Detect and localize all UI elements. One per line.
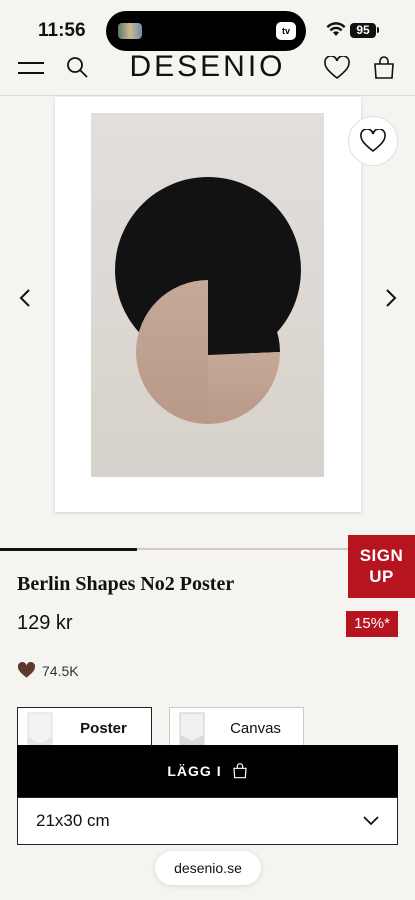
poster-thumbnail-icon [27, 712, 53, 748]
format-option-poster[interactable]: Poster [17, 707, 152, 749]
add-to-cart-button[interactable]: LÄGG I [17, 745, 398, 797]
next-image-button[interactable] [382, 288, 398, 308]
battery-cap [377, 27, 379, 33]
gallery-progress-fill [0, 548, 137, 551]
canvas-thumbnail-icon [179, 712, 205, 748]
browser-url-bar[interactable]: desenio.se [155, 851, 261, 885]
shopping-bag-icon [232, 763, 247, 779]
battery-indicator: 95 [350, 23, 376, 38]
poster-artwork [91, 113, 324, 477]
discount-badge: 15%* [346, 611, 398, 637]
likes-value: 74.5K [42, 662, 79, 679]
format-option-canvas[interactable]: Canvas [169, 707, 304, 749]
signup-button[interactable]: SIGN UP [348, 535, 415, 598]
format-label-canvas: Canvas [230, 719, 281, 737]
previous-image-button[interactable] [18, 288, 34, 308]
product-price: 129 kr [17, 612, 73, 634]
likes-count[interactable]: 74.5K [17, 662, 79, 679]
format-label-poster: Poster [80, 719, 127, 737]
apple-tv-icon: tv [276, 22, 296, 40]
size-select-value: 21x30 cm [36, 811, 110, 830]
site-header: DESENIO [0, 52, 415, 96]
chevron-down-icon [363, 816, 379, 826]
heart-filled-icon [17, 662, 36, 678]
add-to-wishlist-button[interactable] [348, 116, 398, 166]
product-title: Berlin Shapes No2 Poster [17, 573, 235, 595]
heart-icon[interactable] [324, 56, 350, 80]
site-logo[interactable]: DESENIO [0, 52, 415, 84]
product-image-frame[interactable] [55, 97, 361, 512]
size-select[interactable]: 21x30 cm [17, 797, 398, 845]
add-to-cart-label: LÄGG I [167, 763, 222, 779]
shopping-bag-icon[interactable] [372, 56, 396, 80]
abstract-shapes-graphic [115, 177, 301, 424]
media-thumbnail-icon [118, 23, 142, 39]
wifi-icon [326, 22, 346, 36]
dynamic-island: tv [106, 11, 306, 51]
status-time: 11:56 [38, 20, 86, 41]
heart-icon [360, 129, 386, 153]
